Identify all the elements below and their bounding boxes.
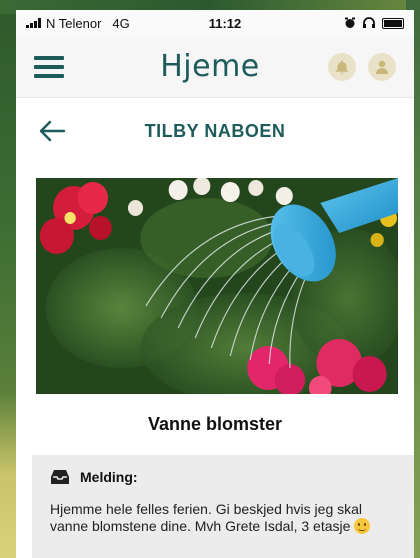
- hamburger-icon[interactable]: [34, 55, 64, 78]
- message-body: Hjemme hele felles ferien. Gi beskjed hv…: [50, 501, 398, 535]
- message-card: Melding: Hjemme hele felles ferien. Gi b…: [32, 455, 414, 558]
- status-time: 11:12: [208, 15, 242, 31]
- network-type: 4G: [112, 15, 130, 31]
- headphones-icon: [363, 17, 375, 28]
- message-text: Hjemme hele felles ferien. Gi beskjed hv…: [50, 501, 363, 534]
- carrier-name: N Telenor: [46, 15, 102, 31]
- item-title: Vanne blomster: [147, 414, 283, 434]
- phone-screen: N Telenor 4G 11:12 Hjeme TILBY NABOEN Va…: [16, 10, 414, 558]
- status-right: [314, 17, 404, 29]
- inbox-icon: [51, 470, 69, 484]
- app-logo: Hjeme: [160, 49, 260, 84]
- page-title: TILBY NABOEN: [144, 120, 286, 141]
- message-label: Melding:: [80, 469, 138, 485]
- battery-icon: [382, 17, 404, 29]
- alarm-icon: [345, 17, 355, 28]
- message-header: Melding:: [50, 469, 398, 485]
- page-bar: TILBY NABOEN: [16, 98, 414, 164]
- user-icon: [376, 60, 388, 74]
- smile-emoji-icon: [354, 518, 371, 534]
- profile-button[interactable]: [368, 52, 396, 81]
- status-bar: N Telenor 4G 11:12: [16, 10, 414, 36]
- bell-icon: [336, 60, 348, 74]
- item-photo: [36, 178, 398, 394]
- watering-flowers-image: [36, 178, 398, 394]
- signal-icon: [26, 18, 41, 28]
- notifications-button[interactable]: [328, 52, 356, 81]
- back-arrow-icon[interactable]: [38, 119, 66, 143]
- app-header: Hjeme: [16, 36, 414, 98]
